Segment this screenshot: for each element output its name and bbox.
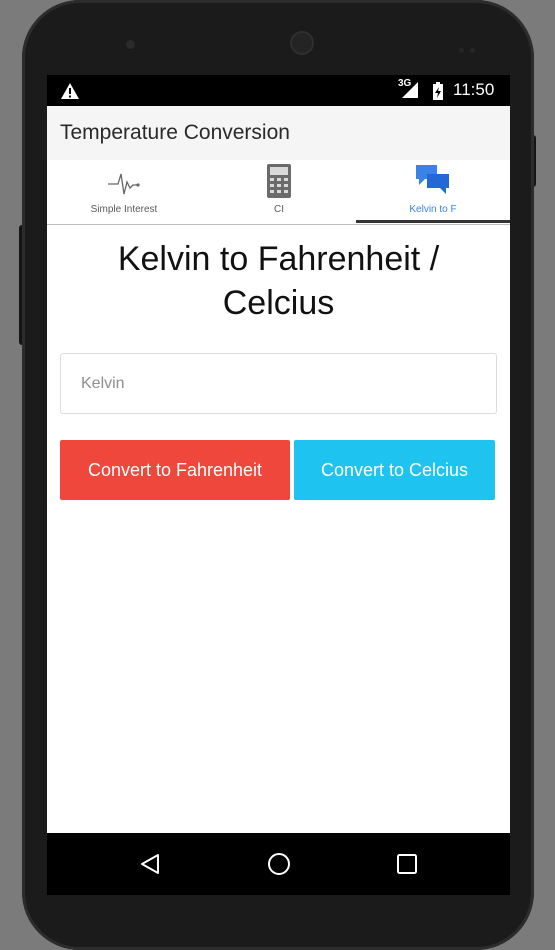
home-icon[interactable] [267,852,291,876]
pulse-icon [108,173,140,195]
warning-icon [61,83,79,99]
chat-bubbles-icon [416,165,449,194]
tab-ci[interactable]: CI [202,160,356,224]
tab-label: Kelvin to F [409,204,457,215]
signal-icon [402,82,418,98]
recents-icon[interactable] [396,852,418,876]
status-bar: 3G 11:50 [47,75,510,106]
tab-label: CI [274,204,284,215]
heading-line-1: Kelvin to Fahrenheit / [117,240,440,278]
tab-label: Simple Interest [90,204,158,215]
kelvin-input[interactable] [60,353,497,414]
app-bar: Temperature Conversion [47,106,510,160]
tab-bar: Simple Interest CI Kelvin to F [47,160,510,225]
proximity-sensors [459,40,483,53]
tab-kelvin-to-f[interactable]: Kelvin to F [356,160,510,224]
convert-to-celcius-button[interactable]: Convert to Celcius [294,440,495,500]
back-icon[interactable] [139,852,161,876]
heading-line-2: Celcius [222,284,335,322]
app-screen: 3G 11:50 Temperature Conversion Simple I… [47,75,510,895]
navigation-bar [47,833,510,895]
status-clock: 11:50 [453,80,495,99]
battery-icon [433,82,443,100]
earpiece-speaker [290,31,314,55]
page-heading: Kelvin to Fahrenheit / Celcius [47,237,510,325]
tab-simple-interest[interactable]: Simple Interest [47,160,201,224]
app-title: Temperature Conversion [60,121,290,144]
calculator-icon [267,164,291,198]
front-camera [126,40,135,49]
convert-to-fahrenheit-button[interactable]: Convert to Fahrenheit [60,440,290,500]
active-tab-indicator [356,220,510,223]
